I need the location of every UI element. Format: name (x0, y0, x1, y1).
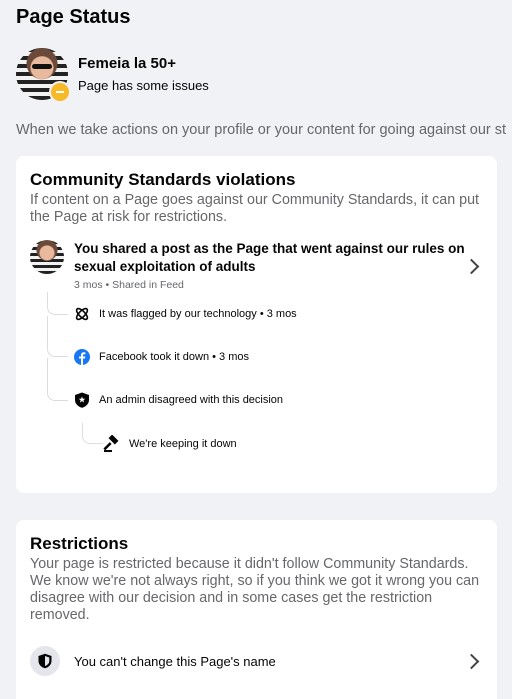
avatar-sunglasses (32, 64, 52, 69)
community-standards-description: If content on a Page goes against our Co… (30, 192, 480, 225)
facebook-icon (74, 349, 90, 365)
avatar[interactable] (16, 48, 71, 103)
timeline-item: It was flagged by our technology • 3 mos (74, 306, 297, 322)
timeline-text: An admin disagreed with this decision (99, 394, 284, 406)
technology-icon (74, 306, 90, 322)
restrictions-card: Restrictions Your page is restricted bec… (16, 520, 497, 699)
profile-info: Femeia la 50+ Page has some issues (78, 55, 209, 93)
page-title: Page Status (16, 6, 131, 28)
timeline-connector (82, 423, 103, 444)
restrictions-title: Restrictions (30, 534, 129, 553)
restriction-item[interactable]: You can't change this Page's name (30, 646, 485, 676)
community-standards-card: Community Standards violations If conten… (16, 156, 497, 493)
post-title: You shared a post as the Page that went … (74, 241, 465, 274)
timeline-connector (47, 358, 68, 401)
timeline-text: Facebook took it down • 3 mos (99, 351, 249, 363)
community-standards-title: Community Standards violations (30, 170, 296, 189)
timeline-item: An admin disagreed with this decision (74, 392, 283, 408)
gavel-icon (102, 435, 120, 453)
intro-text: When we take actions on your profile or … (16, 122, 507, 138)
timeline-text: It was flagged by our technology • 3 mos (99, 308, 297, 320)
violation-post[interactable]: You shared a post as the Page that went … (30, 240, 485, 291)
profile-name[interactable]: Femeia la 50+ (78, 55, 209, 72)
shield-icon (30, 646, 60, 676)
restrictions-description: Your page is restricted because it didn'… (30, 556, 480, 623)
admin-shield-icon (74, 392, 90, 408)
profile-status: Page has some issues (78, 78, 209, 93)
timeline-item: Facebook took it down • 3 mos (74, 349, 249, 365)
post-meta: 3 mos • Shared in Feed (74, 279, 184, 291)
post-avatar (30, 240, 64, 274)
warning-status-icon (49, 81, 71, 103)
timeline-item: We're keeping it down (102, 435, 237, 453)
timeline-text: We're keeping it down (129, 438, 237, 450)
restriction-item-label: You can't change this Page's name (74, 653, 276, 669)
profile-header: Femeia la 50+ Page has some issues (16, 48, 209, 103)
timeline-connector (47, 316, 68, 357)
timeline-connector (47, 292, 68, 315)
